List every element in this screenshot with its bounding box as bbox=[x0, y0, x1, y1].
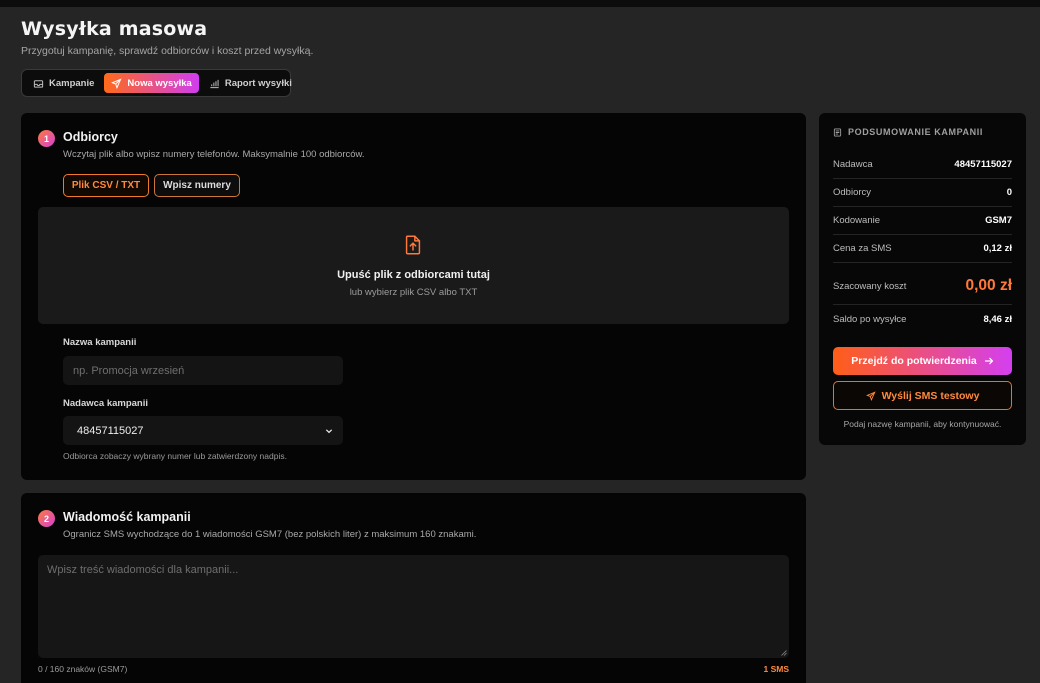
summary-row-value: 48457115027 bbox=[954, 159, 1012, 170]
summary-estimated-cost: Szacowany koszt 0,00 zł bbox=[833, 277, 1012, 295]
tab-label: Nowa wysyłka bbox=[127, 77, 192, 89]
summary-title: PODSUMOWANIE KAMPANII bbox=[848, 127, 983, 137]
summary-row-label: Odbiorcy bbox=[833, 187, 872, 198]
summary-row-label: Kodowanie bbox=[833, 215, 881, 226]
summary-row-label: Szacowany koszt bbox=[833, 280, 907, 292]
campaign-name-label: Nazwa kampanii bbox=[63, 337, 137, 348]
dropzone-title: Upuść plik z odbiorcami tutaj bbox=[337, 269, 490, 281]
summary-row-label: Nadawca bbox=[833, 159, 873, 170]
summary-row-price: Cena za SMS 0,12 zł bbox=[833, 243, 1012, 254]
summary-row-recipients: Odbiorcy 0 bbox=[833, 187, 1012, 198]
summary-row-value: GSM7 bbox=[985, 215, 1012, 226]
page-title: Wysyłka masowa bbox=[21, 18, 208, 40]
recipients-card: 1 Odbiorcy Wczytaj plik albo wpisz numer… bbox=[21, 113, 806, 480]
section-title: Odbiorcy bbox=[63, 130, 118, 144]
button-label: Wyślij SMS testowy bbox=[881, 389, 980, 402]
balance-value: 8,46 zł bbox=[983, 314, 1012, 325]
sender-hint: Odbiorca zobaczy wybrany numer lub zatwi… bbox=[63, 451, 287, 461]
arrow-right-icon bbox=[984, 357, 994, 365]
campaign-name-input[interactable] bbox=[63, 356, 343, 385]
csv-mode-button[interactable]: Plik CSV / TXT bbox=[63, 174, 149, 197]
tab-label: Raport wysyłki bbox=[224, 77, 292, 89]
file-upload-icon bbox=[405, 235, 421, 255]
sms-count: 1 SMS bbox=[763, 664, 789, 674]
section-description: Ogranicz SMS wychodzące do 1 wiadomości … bbox=[63, 529, 477, 540]
chevron-down-icon bbox=[325, 428, 333, 433]
tab-send-report[interactable]: Raport wysyłki bbox=[202, 73, 299, 93]
summary-row-label: Cena za SMS bbox=[833, 243, 892, 254]
divider bbox=[833, 262, 1012, 263]
manual-mode-button[interactable]: Wpisz numery bbox=[154, 174, 240, 197]
summary-balance-after: Saldo po wysyłce 8,46 zł bbox=[833, 314, 1012, 325]
page-subtitle: Przygotuj kampanię, sprawdź odbiorców i … bbox=[21, 45, 314, 57]
tab-bar: Kampanie Nowa wysyłka Raport wysyłki bbox=[21, 69, 292, 97]
button-label: Przejdź do potwierdzenia bbox=[851, 355, 977, 367]
send-test-sms-button[interactable]: Wyślij SMS testowy bbox=[833, 381, 1012, 410]
summary-row-encoding: Kodowanie GSM7 bbox=[833, 215, 1012, 226]
step-badge: 1 bbox=[38, 130, 55, 147]
window-top-bar bbox=[0, 0, 1040, 7]
campaign-summary-panel: PODSUMOWANIE KAMPANII Nadawca 4845711502… bbox=[819, 113, 1026, 445]
summary-row-label: Saldo po wysyłce bbox=[833, 314, 907, 325]
divider bbox=[833, 234, 1012, 235]
validation-note: Podaj nazwę kampanii, aby kontynuować. bbox=[843, 419, 1002, 429]
sender-label: Nadawca kampanii bbox=[63, 398, 149, 409]
character-counter: 0 / 160 znaków (GSM7) bbox=[38, 664, 128, 674]
resize-grip-icon[interactable] bbox=[781, 650, 787, 656]
sender-selected-value: 48457115027 bbox=[77, 424, 144, 437]
divider bbox=[833, 178, 1012, 179]
file-dropzone[interactable]: Upuść plik z odbiorcami tutaj lub wybier… bbox=[38, 207, 789, 324]
divider bbox=[833, 304, 1012, 305]
tab-label: Kampanie bbox=[49, 77, 95, 89]
summary-row-value: 0 bbox=[1006, 187, 1012, 198]
summary-row-value: 0,12 zł bbox=[983, 243, 1012, 254]
bar-chart-icon bbox=[210, 79, 219, 88]
proceed-to-confirmation-button[interactable]: Przejdź do potwierdzenia bbox=[833, 347, 1012, 375]
send-icon bbox=[865, 390, 876, 401]
message-card: 2 Wiadomość kampanii Ogranicz SMS wychod… bbox=[21, 493, 806, 683]
step-badge: 2 bbox=[38, 510, 55, 527]
section-description: Wczytaj plik albo wpisz numery telefonów… bbox=[63, 149, 365, 160]
section-title: Wiadomość kampanii bbox=[63, 510, 191, 524]
inbox-icon bbox=[33, 79, 44, 88]
sender-select[interactable]: 48457115027 bbox=[63, 416, 343, 445]
message-textarea[interactable] bbox=[38, 555, 789, 658]
estimated-cost-value: 0,00 zł bbox=[965, 277, 1012, 294]
tab-campaigns[interactable]: Kampanie bbox=[26, 73, 101, 93]
tab-new-send[interactable]: Nowa wysyłka bbox=[104, 73, 199, 93]
divider bbox=[833, 206, 1012, 207]
receipt-icon bbox=[833, 127, 842, 137]
summary-header: PODSUMOWANIE KAMPANII bbox=[833, 127, 983, 137]
send-icon bbox=[111, 77, 123, 89]
dropzone-subtitle: lub wybierz plik CSV albo TXT bbox=[349, 287, 478, 298]
summary-row-sender: Nadawca 48457115027 bbox=[833, 159, 1012, 170]
